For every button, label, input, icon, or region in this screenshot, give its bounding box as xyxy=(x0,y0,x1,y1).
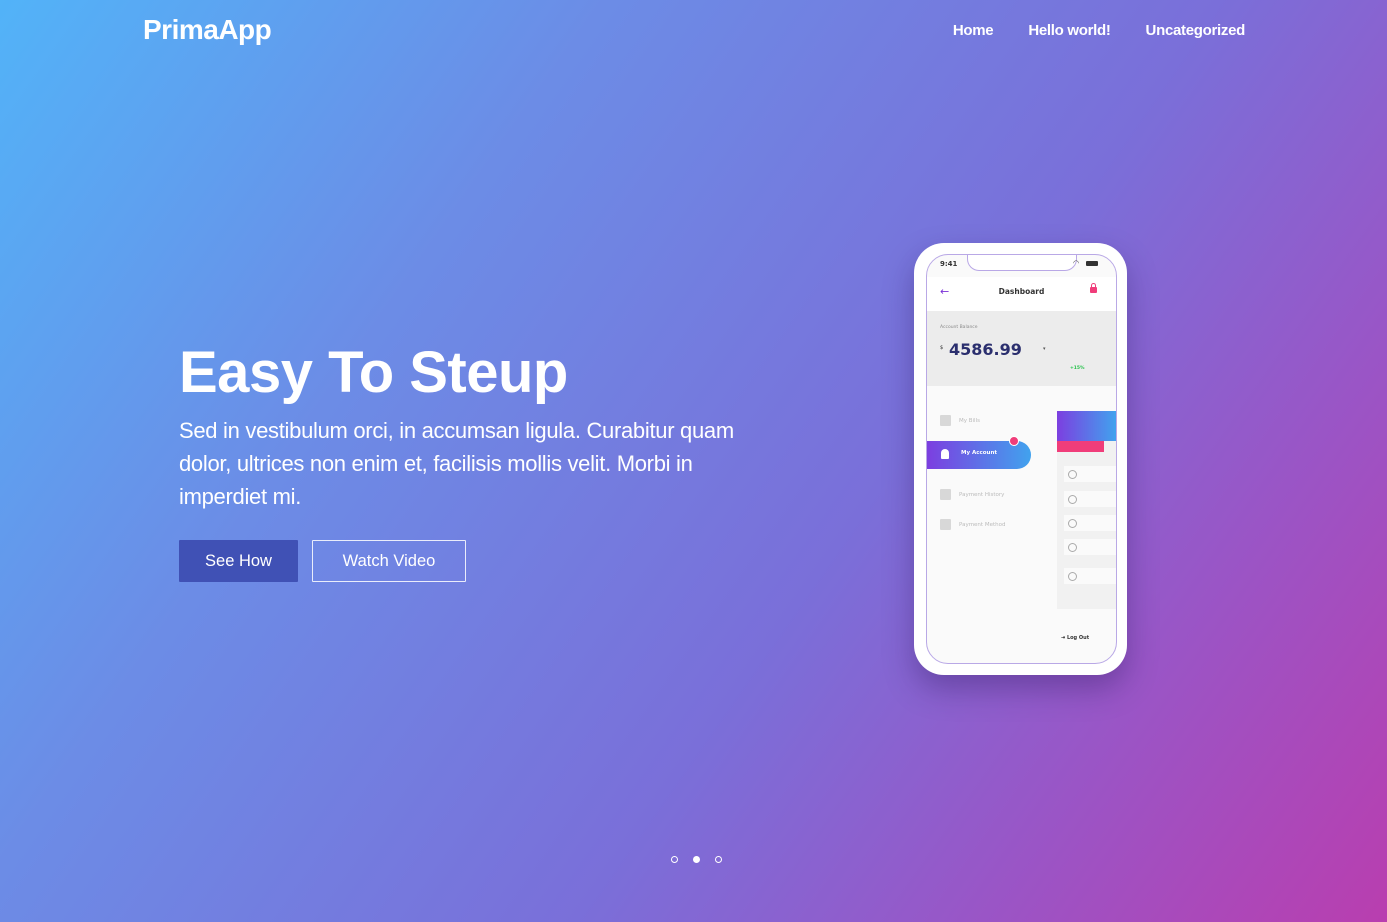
phone-notch xyxy=(967,255,1077,271)
app-menu-label: Payment History xyxy=(959,491,1005,498)
bill-row xyxy=(1064,515,1116,531)
main-nav: Home Hello world! Uncategorized xyxy=(953,22,1245,39)
balance-value: 4586.99 xyxy=(949,340,1022,359)
see-how-button[interactable]: See How xyxy=(179,540,298,582)
app-menu-my-bills: My Bills xyxy=(940,415,980,426)
hero-cta-group: See How Watch Video xyxy=(179,540,779,582)
balance-card: Account Balance $ 4586.99 ▾ +15% xyxy=(927,311,1116,386)
status-time: 9:41 xyxy=(940,260,958,268)
hero-title: Easy To Steup xyxy=(179,340,568,405)
bills-preview-panel xyxy=(1057,411,1116,609)
wifi-icon: ◠ xyxy=(1073,259,1080,267)
app-menu-label: My Bills xyxy=(959,417,980,424)
app-menu-label: My Account xyxy=(961,450,997,456)
hero-description: Sed in vestibulum orci, in accumsan ligu… xyxy=(179,418,734,509)
phone-screen: 9:41 ◠ ← Dashboard Account Balance $ 458… xyxy=(926,254,1117,664)
app-menu-label: Payment Method xyxy=(959,521,1006,528)
lock-icon xyxy=(1090,283,1097,293)
nav-home-link[interactable]: Home xyxy=(953,22,994,39)
nav-uncategorized-link[interactable]: Uncategorized xyxy=(1146,22,1246,39)
balance-label: Account Balance xyxy=(940,325,978,330)
bills-preview-tab xyxy=(1057,441,1104,452)
bill-row xyxy=(1064,466,1116,482)
app-menu-payment-method: Payment Method xyxy=(940,519,1005,530)
slide-dot-3[interactable] xyxy=(715,856,722,863)
chevron-down-icon: ▾ xyxy=(1043,346,1046,352)
logout-label: ⇥ Log Out xyxy=(1061,635,1089,641)
notification-badge xyxy=(1009,436,1019,446)
hero-section: Easy To Steup Sed in vestibulum orci, in… xyxy=(179,340,779,582)
app-menu-payment-history: Payment History xyxy=(940,489,1004,500)
calendar-icon xyxy=(940,489,951,500)
bills-preview-header xyxy=(1057,411,1116,441)
slider-pagination xyxy=(671,856,722,863)
app-dashboard-title: Dashboard xyxy=(998,287,1045,296)
bill-row xyxy=(1064,491,1116,507)
bill-icon xyxy=(1068,572,1077,581)
site-logo[interactable]: PrimaApp xyxy=(143,14,272,46)
app-header: ← Dashboard xyxy=(927,277,1116,311)
slide-dot-2[interactable] xyxy=(693,856,700,863)
bill-row xyxy=(1064,568,1116,584)
bills-icon xyxy=(940,415,951,426)
nav-hello-world-link[interactable]: Hello world! xyxy=(1028,22,1111,39)
bill-icon xyxy=(1068,470,1077,479)
user-icon xyxy=(941,449,949,459)
balance-change: +15% xyxy=(1070,366,1085,371)
navbar: PrimaApp Home Hello world! Uncategorized xyxy=(0,0,1387,64)
currency-symbol: $ xyxy=(940,345,944,351)
logout-text: Log Out xyxy=(1066,635,1090,641)
bill-icon xyxy=(1068,495,1077,504)
battery-icon xyxy=(1086,261,1098,266)
bill-icon xyxy=(1068,543,1077,552)
bill-row xyxy=(1064,539,1116,555)
slide-dot-1[interactable] xyxy=(671,856,678,863)
watch-video-button[interactable]: Watch Video xyxy=(312,540,466,582)
card-icon xyxy=(940,519,951,530)
app-menu-my-account: My Account xyxy=(927,436,1031,469)
phone-mockup-image: 9:41 ◠ ← Dashboard Account Balance $ 458… xyxy=(914,243,1127,675)
bill-icon xyxy=(1068,519,1077,528)
